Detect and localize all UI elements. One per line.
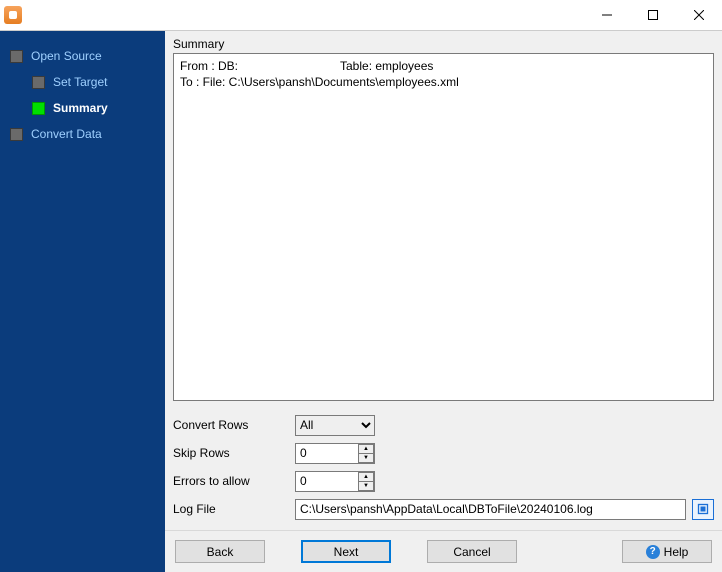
next-button[interactable]: Next xyxy=(301,540,391,563)
step-box-icon xyxy=(10,128,23,141)
app-icon xyxy=(4,6,22,24)
summary-title: Summary xyxy=(173,37,224,51)
convert-rows-select[interactable]: All xyxy=(295,415,375,436)
log-file-browse-button[interactable] xyxy=(692,499,714,520)
sidebar-item-set-target[interactable]: Set Target xyxy=(10,69,165,95)
maximize-button[interactable] xyxy=(630,0,676,30)
step-box-icon xyxy=(10,50,23,63)
sidebar-item-summary[interactable]: Summary xyxy=(10,95,165,121)
sidebar-item-label: Set Target xyxy=(53,75,107,89)
minimize-button[interactable] xyxy=(584,0,630,30)
errors-spin-down[interactable]: ▼ xyxy=(358,481,374,491)
sidebar-item-label: Open Source xyxy=(31,49,102,63)
sidebar-item-label: Convert Data xyxy=(31,127,102,141)
summary-to: To : File: C:\Users\pansh\Documents\empl… xyxy=(180,74,707,90)
help-icon: ? xyxy=(646,545,660,559)
sidebar-item-convert-data[interactable]: Convert Data xyxy=(10,121,165,147)
window-controls xyxy=(584,0,722,30)
summary-from-db: From : DB: xyxy=(180,58,340,74)
options-panel: Convert Rows All Skip Rows ▲ ▼ Errors to… xyxy=(173,411,714,523)
convert-rows-label: Convert Rows xyxy=(173,418,295,432)
back-button[interactable]: Back xyxy=(175,540,265,563)
cancel-button[interactable]: Cancel xyxy=(427,540,517,563)
help-button[interactable]: ? Help xyxy=(622,540,712,563)
main-panel: Summary From : DB: Table: employees To :… xyxy=(165,31,722,572)
summary-text-box: From : DB: Table: employees To : File: C… xyxy=(173,53,714,401)
wizard-button-bar: Back Next Cancel ? Help xyxy=(165,530,722,572)
skip-rows-spin-down[interactable]: ▼ xyxy=(358,453,374,463)
errors-label: Errors to allow xyxy=(173,474,295,488)
errors-spin-up[interactable]: ▲ xyxy=(358,472,374,481)
step-box-icon xyxy=(32,102,45,115)
log-file-input[interactable] xyxy=(295,499,686,520)
browse-icon xyxy=(697,503,709,515)
skip-rows-label: Skip Rows xyxy=(173,446,295,460)
log-file-label: Log File xyxy=(173,502,295,516)
close-button[interactable] xyxy=(676,0,722,30)
sidebar-item-label: Summary xyxy=(53,101,108,115)
summary-from-table: Table: employees xyxy=(340,58,433,74)
step-box-icon xyxy=(32,76,45,89)
titlebar xyxy=(0,0,722,30)
sidebar-item-open-source[interactable]: Open Source xyxy=(10,43,165,69)
wizard-sidebar: Open Source Set Target Summary Convert D… xyxy=(0,31,165,572)
skip-rows-spin-up[interactable]: ▲ xyxy=(358,444,374,453)
